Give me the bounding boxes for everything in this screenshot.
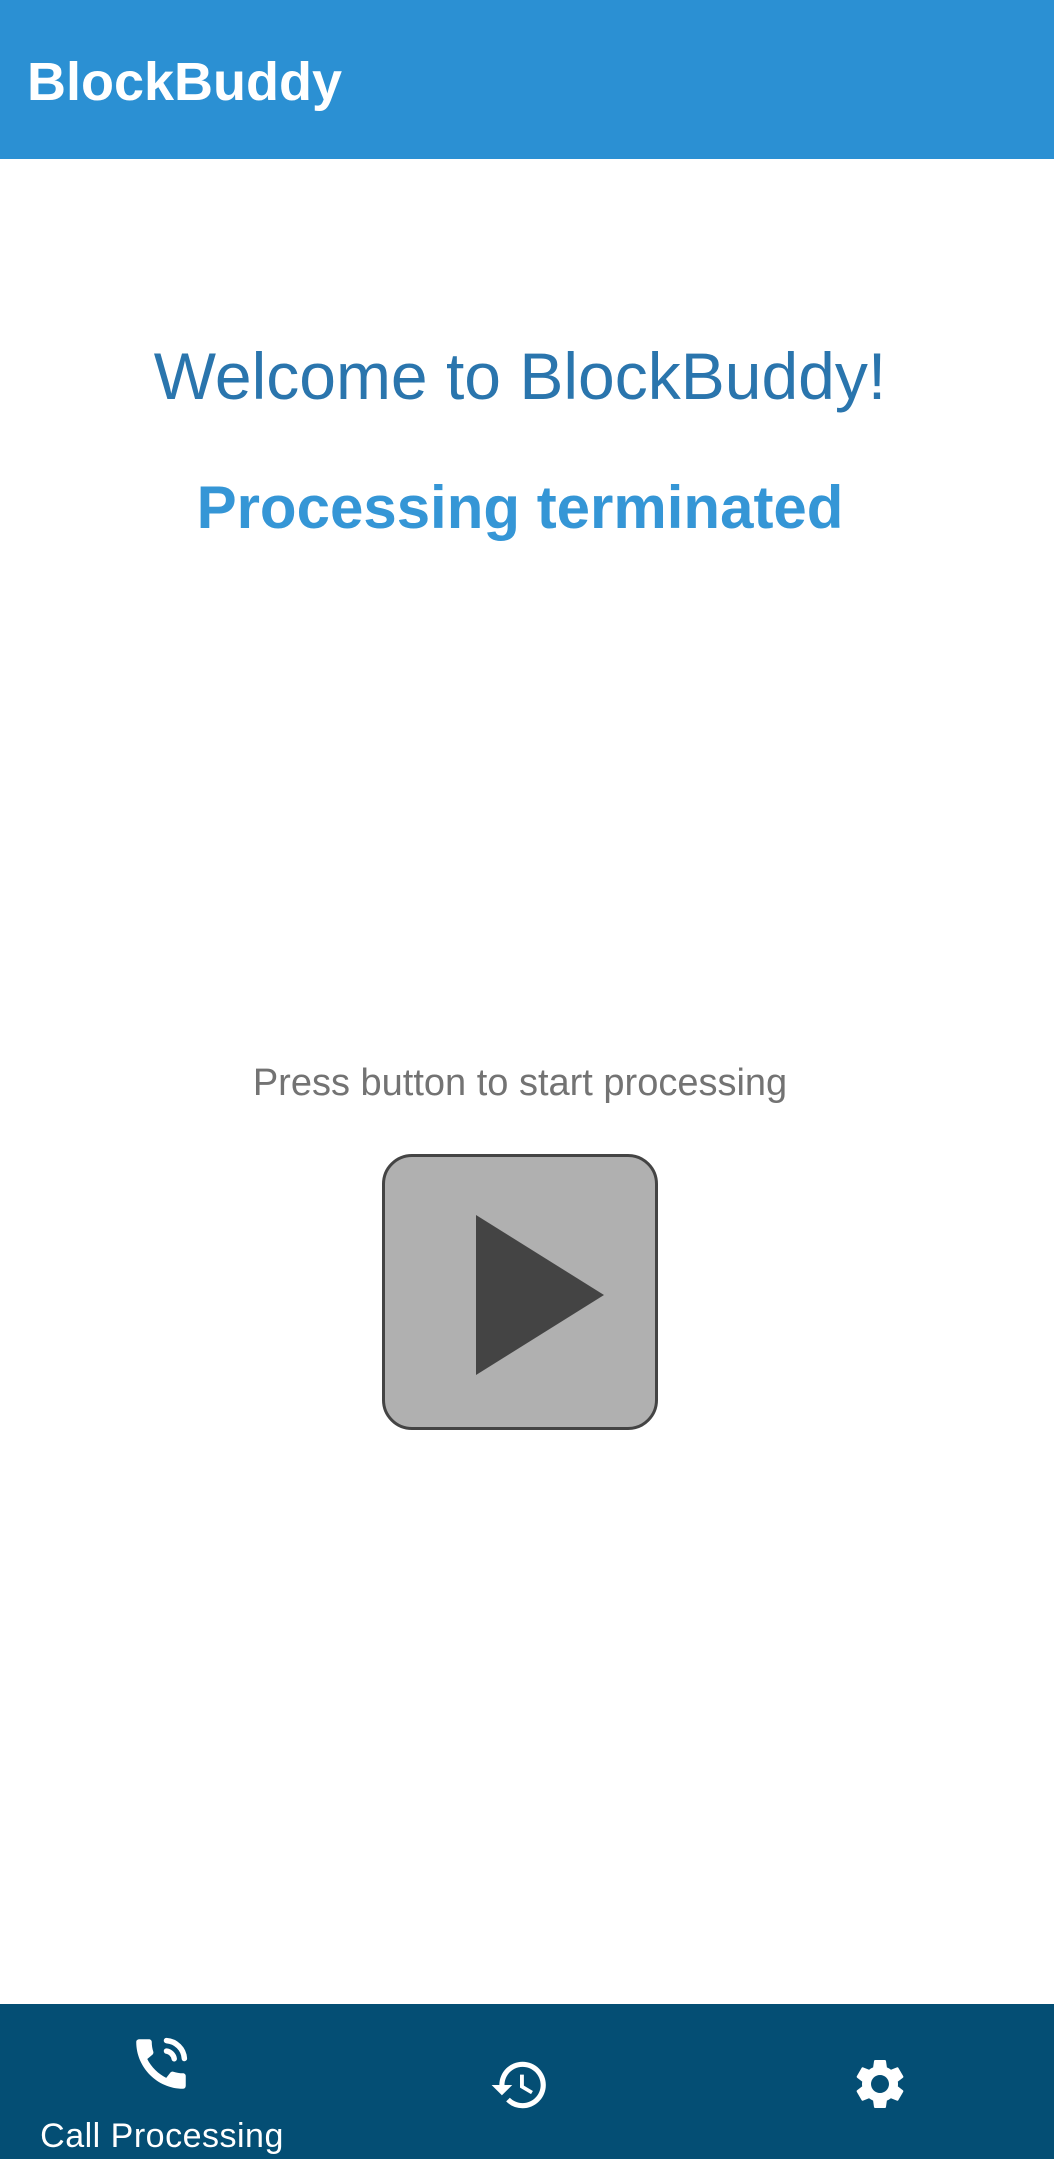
- nav-item-history[interactable]: [410, 2004, 630, 2159]
- welcome-heading: Welcome to BlockBuddy!: [153, 339, 887, 413]
- play-icon: [476, 1215, 604, 1375]
- processing-status: Processing terminated: [196, 474, 844, 541]
- history-icon: [491, 2061, 546, 2109]
- nav-label-call-processing: Call Processing: [40, 2117, 284, 2155]
- phone-call-icon: [136, 2037, 188, 2089]
- app-screen: BlockBuddy Welcome to BlockBuddy! Proces…: [0, 0, 1054, 2159]
- nav-item-call-processing[interactable]: Call Processing: [0, 2004, 324, 2159]
- gear-icon: [856, 2060, 904, 2108]
- app-title: BlockBuddy: [27, 52, 343, 112]
- start-processing-button[interactable]: [382, 1154, 658, 1430]
- nav-item-settings[interactable]: [770, 2004, 990, 2159]
- bottom-navigation: Call Processing: [0, 2004, 1054, 2159]
- app-bar: BlockBuddy: [0, 0, 1054, 159]
- start-prompt: Press button to start processing: [252, 1062, 788, 1104]
